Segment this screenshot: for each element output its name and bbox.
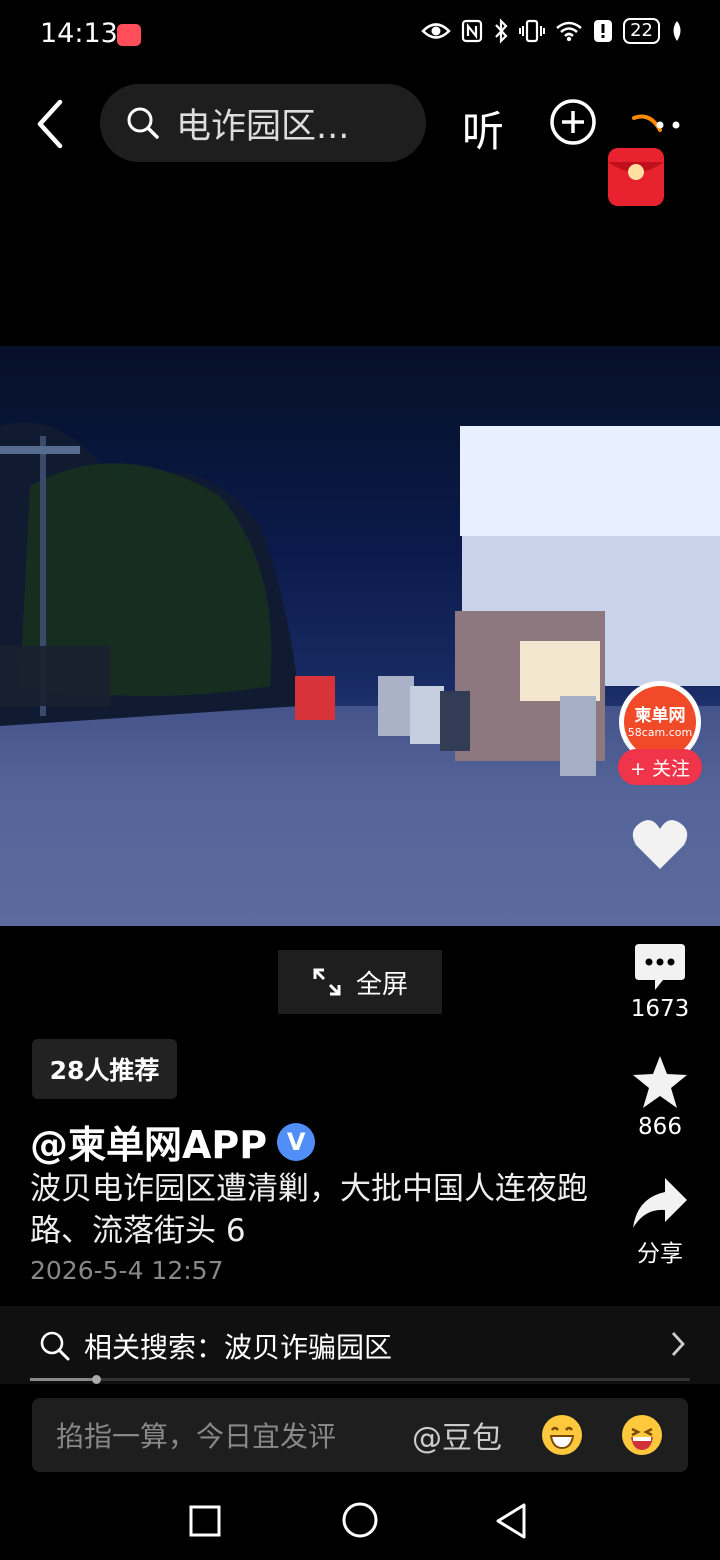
comment-count: 1673 <box>630 996 690 1022</box>
post-date: 2026-5-4 12:57 <box>30 1256 224 1285</box>
author-name[interactable]: @柬单网APP <box>30 1114 267 1169</box>
back-nav-icon[interactable] <box>494 1502 528 1540</box>
fullscreen-label: 全屏 <box>355 969 408 1000</box>
star-icon <box>633 1056 687 1108</box>
status-time: 14:13 <box>40 18 118 49</box>
chevron-right-icon <box>671 1332 685 1356</box>
playback-progress[interactable] <box>30 1375 690 1384</box>
related-search-label: 相关搜索：波贝诈骗园区 <box>84 1331 393 1364</box>
red-envelope-icon[interactable] <box>606 144 666 208</box>
recommend-badge[interactable]: 28人推荐 <box>32 1039 177 1099</box>
laugh-emoji-icon[interactable] <box>622 1415 662 1455</box>
progress-handle[interactable] <box>92 1375 101 1384</box>
share-label: 分享 <box>637 1241 683 1267</box>
add-icon[interactable] <box>549 98 597 146</box>
leaf-icon <box>673 21 681 41</box>
grin-emoji-icon[interactable] <box>542 1415 582 1455</box>
comment-icon <box>635 944 685 990</box>
related-search-row: 相关搜索：波贝诈骗园区 <box>40 1326 392 1366</box>
expand-icon <box>313 968 341 996</box>
nfc-icon <box>461 19 483 43</box>
comment-placeholder: 掐指一算，今日宜发评 <box>56 1420 337 1453</box>
search-query: 电诈园区... <box>176 106 350 147</box>
avatar-logo-url: 58cam.com <box>627 725 693 739</box>
author-name-row[interactable]: @柬单网APP V <box>30 1114 316 1169</box>
related-search-bar[interactable]: 相关搜索：波贝诈骗园区 <box>0 1306 720 1384</box>
like-icon[interactable] <box>630 817 690 873</box>
battery-level: 22 <box>623 18 660 44</box>
notification-app-icon <box>117 24 141 46</box>
video-frame <box>0 422 720 926</box>
post-caption[interactable]: 波贝电诈园区遭清剿，大批中国人连夜跑路、流落街头 6 <box>30 1168 590 1252</box>
favorite-button[interactable]: 866 <box>610 1054 710 1140</box>
search-icon <box>127 107 159 139</box>
more-icon[interactable] <box>630 110 684 140</box>
share-icon <box>633 1178 687 1228</box>
fullscreen-button[interactable]: 全屏 <box>278 950 442 1014</box>
recents-icon[interactable] <box>188 1504 222 1538</box>
bluetooth-icon <box>495 18 508 44</box>
verified-badge-icon: V <box>277 1122 316 1161</box>
share-button[interactable]: 分享 <box>610 1176 710 1268</box>
mention-button[interactable]: @豆包 <box>412 1413 502 1457</box>
back-button[interactable] <box>30 96 74 152</box>
comment-input[interactable]: 掐指一算，今日宜发评 @豆包 <box>32 1398 688 1472</box>
video-player[interactable] <box>0 346 720 926</box>
home-icon[interactable] <box>340 1500 380 1540</box>
progress-fill <box>30 1378 96 1381</box>
search-box[interactable]: 电诈园区... <box>100 84 426 162</box>
follow-button[interactable]: + 关注 <box>618 749 702 785</box>
listen-button[interactable]: 听 <box>462 98 504 159</box>
vibrate-icon <box>519 19 546 43</box>
eye-icon <box>421 23 451 39</box>
alert-icon <box>594 20 613 42</box>
wifi-icon <box>556 21 582 42</box>
favorite-count: 866 <box>638 1114 682 1140</box>
status-icons: 22 <box>421 18 684 44</box>
search-icon <box>40 1331 70 1361</box>
comment-button[interactable]: 1673 <box>610 942 710 1022</box>
system-nav-bar <box>0 1480 720 1560</box>
avatar-logo-text: 柬单网 <box>634 705 686 726</box>
